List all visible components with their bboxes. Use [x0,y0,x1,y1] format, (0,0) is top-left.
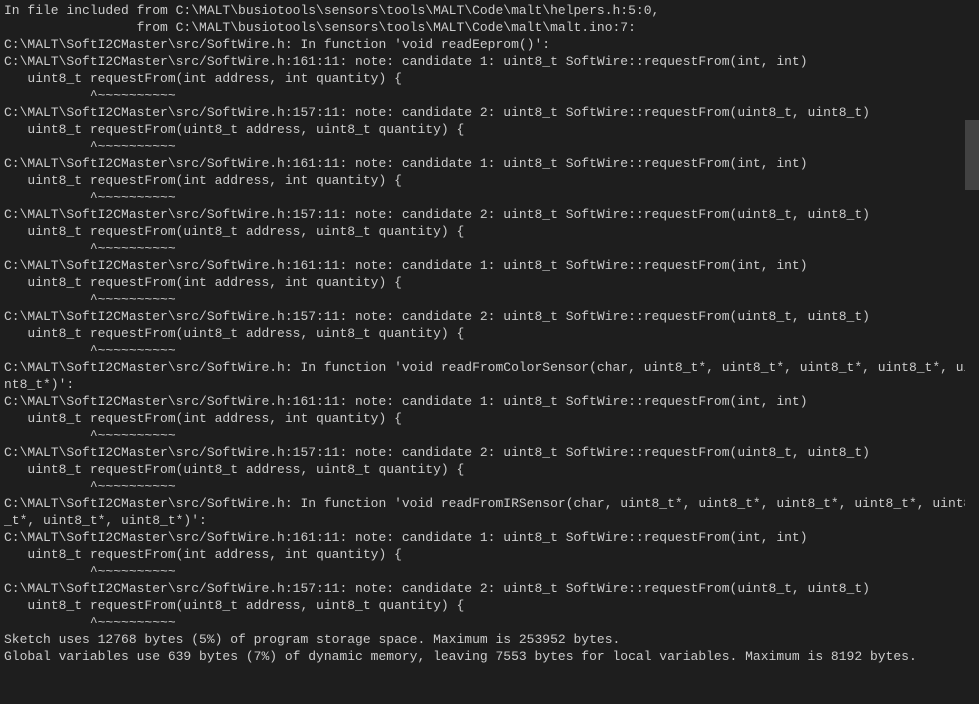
console-line: uint8_t requestFrom(int address, int qua… [4,172,961,189]
console-line: C:\MALT\SoftI2CMaster\src/SoftWire.h:161… [4,393,961,410]
console-line: C:\MALT\SoftI2CMaster\src/SoftWire.h:157… [4,104,961,121]
console-line: C:\MALT\SoftI2CMaster\src/SoftWire.h:157… [4,444,961,461]
console-line: Sketch uses 12768 bytes (5%) of program … [4,631,961,648]
console-line: In file included from C:\MALT\busiotools… [4,2,961,19]
console-line: ^~~~~~~~~~~ [4,563,961,580]
scrollbar-thumb[interactable] [965,120,979,190]
console-line: from C:\MALT\busiotools\sensors\tools\MA… [4,19,961,36]
console-line: uint8_t requestFrom(int address, int qua… [4,70,961,87]
console-line: uint8_t requestFrom(uint8_t address, uin… [4,461,961,478]
console-line: C:\MALT\SoftI2CMaster\src/SoftWire.h:157… [4,206,961,223]
console-line: C:\MALT\SoftI2CMaster\src/SoftWire.h: In… [4,359,961,376]
scrollbar-track[interactable] [965,0,979,704]
console-line: uint8_t requestFrom(uint8_t address, uin… [4,121,961,138]
console-line: ^~~~~~~~~~~ [4,138,961,155]
console-line: C:\MALT\SoftI2CMaster\src/SoftWire.h:161… [4,529,961,546]
console-line: uint8_t requestFrom(int address, int qua… [4,410,961,427]
console-line: uint8_t requestFrom(int address, int qua… [4,274,961,291]
console-line: ^~~~~~~~~~~ [4,427,961,444]
console-line: C:\MALT\SoftI2CMaster\src/SoftWire.h:157… [4,308,961,325]
console-line: C:\MALT\SoftI2CMaster\src/SoftWire.h:161… [4,53,961,70]
console-line: ^~~~~~~~~~~ [4,342,961,359]
console-line: ^~~~~~~~~~~ [4,614,961,631]
console-line: _t*, uint8_t*, uint8_t*)': [4,512,961,529]
console-line: ^~~~~~~~~~~ [4,478,961,495]
console-line: ^~~~~~~~~~~ [4,240,961,257]
console-line: C:\MALT\SoftI2CMaster\src/SoftWire.h: In… [4,36,961,53]
console-line: uint8_t requestFrom(uint8_t address, uin… [4,325,961,342]
console-line: uint8_t requestFrom(int address, int qua… [4,546,961,563]
console-line: C:\MALT\SoftI2CMaster\src/SoftWire.h:161… [4,257,961,274]
console-line: nt8_t*)': [4,376,961,393]
console-line: uint8_t requestFrom(uint8_t address, uin… [4,597,961,614]
console-line: Global variables use 639 bytes (7%) of d… [4,648,961,665]
console-line: ^~~~~~~~~~~ [4,87,961,104]
console-line: uint8_t requestFrom(uint8_t address, uin… [4,223,961,240]
console-line: C:\MALT\SoftI2CMaster\src/SoftWire.h: In… [4,495,961,512]
console-line: ^~~~~~~~~~~ [4,291,961,308]
console-line: C:\MALT\SoftI2CMaster\src/SoftWire.h:157… [4,580,961,597]
console-line: ^~~~~~~~~~~ [4,189,961,206]
console-line: C:\MALT\SoftI2CMaster\src/SoftWire.h:161… [4,155,961,172]
compiler-output-console: In file included from C:\MALT\busiotools… [0,0,965,704]
